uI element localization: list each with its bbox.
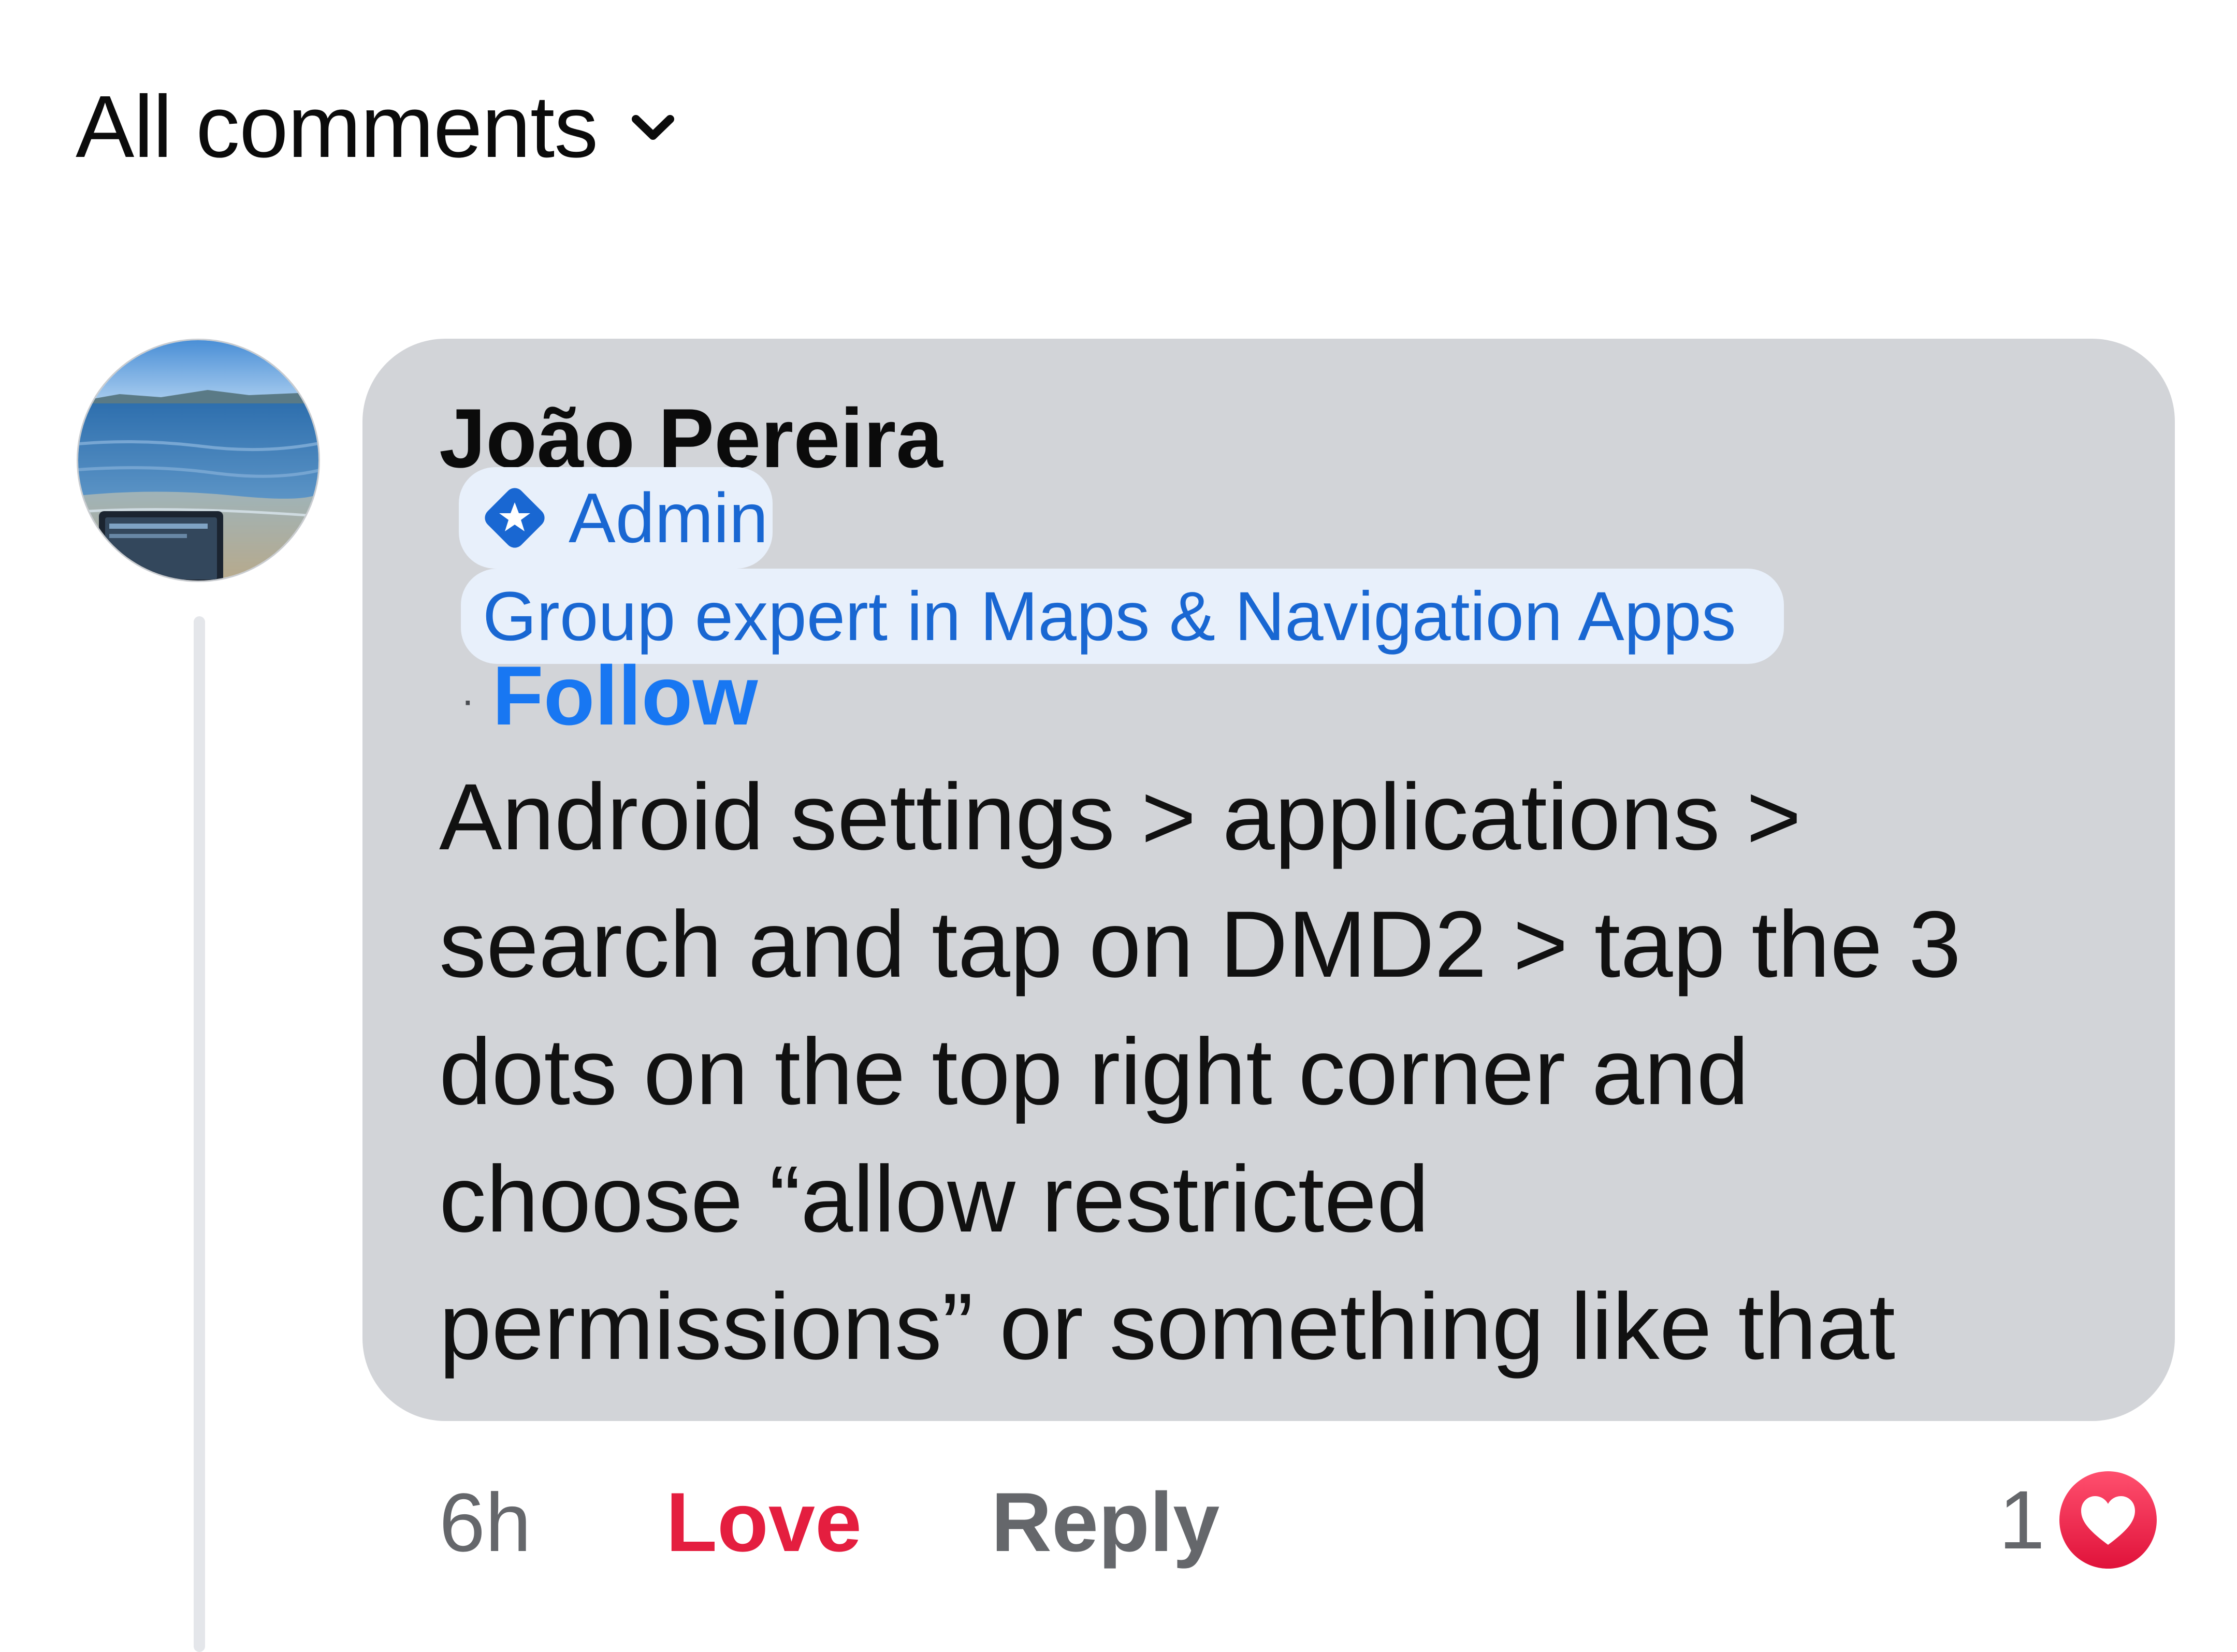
follow-row: · Follow [461,649,758,743]
reaction-summary[interactable]: 1 [1999,1466,2159,1574]
admin-badge[interactable]: Admin [459,467,773,569]
comment-timestamp[interactable]: 6h [439,1475,531,1570]
comment-filter-label: All comments [76,78,598,176]
avatar[interactable] [77,339,320,582]
follow-separator: · [461,677,475,723]
love-button[interactable]: Love [666,1474,862,1571]
group-expert-badge-label: Group expert in Maps & Navigation Apps [483,577,1736,655]
comment-body: Android settings > applications > search… [439,753,2127,1390]
comment-filter-dropdown[interactable]: All comments [76,78,676,176]
comment-text-line: Android settings > applications > [439,764,1802,870]
love-heart-icon [2057,1469,2159,1571]
comment-actions: 6h Love Reply [439,1471,1219,1574]
follow-button[interactable]: Follow [492,648,758,744]
comment-text-line: dots on the top right corner and [439,1019,1749,1124]
avatar-image [78,340,318,581]
comment-text-line: search and tap on DMD2 > tap the 3 [439,891,1962,997]
admin-badge-label: Admin [569,479,768,557]
reaction-count: 1 [1999,1473,2045,1566]
comment-bubble: João Pereira Admin Group expert in Maps … [362,339,2175,1421]
comment-text-line: permissions” or something like that [439,1273,1896,1379]
reply-button[interactable]: Reply [991,1474,1219,1571]
thread-line [194,616,205,1652]
admin-shield-star-icon [480,483,550,553]
chevron-down-icon [630,104,676,150]
comment-text-line: choose “allow restricted [439,1146,1429,1252]
